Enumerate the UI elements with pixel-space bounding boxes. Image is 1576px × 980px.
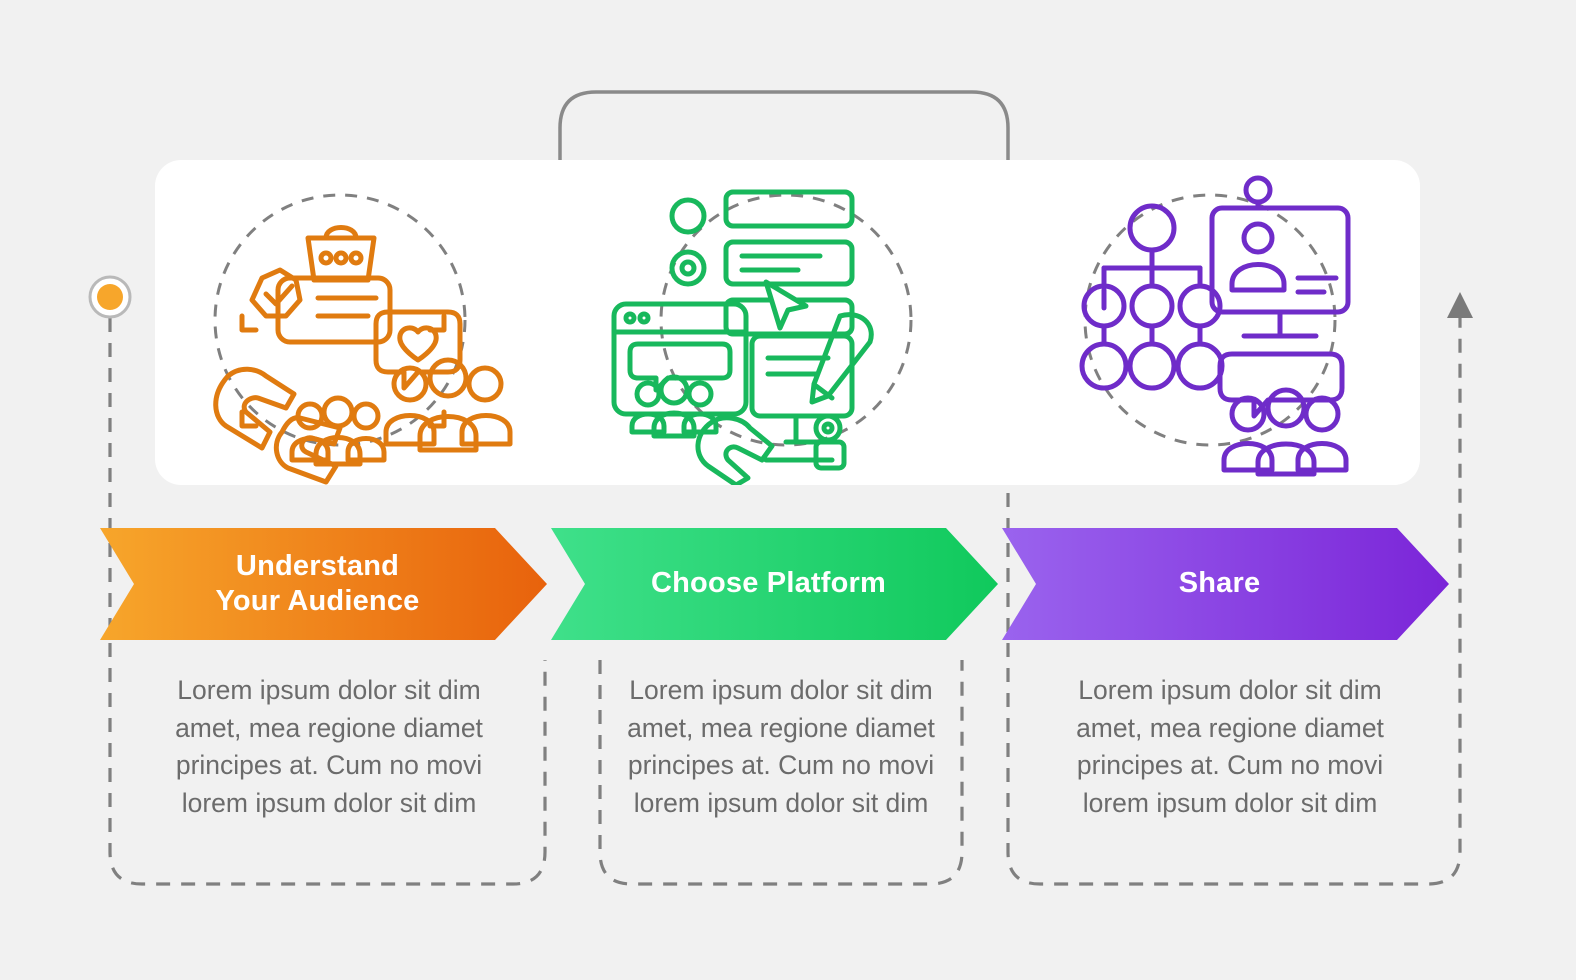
icon-slot-3: [1000, 160, 1420, 485]
step-2-title-line1: Choose Platform: [650, 567, 887, 600]
infographic-canvas: Understand Your Audience Choose Platform: [0, 0, 1576, 980]
audience-icon: [213, 193, 513, 485]
connector-layer: [88, 90, 1473, 886]
step-1-title-line2: Your Audience: [215, 585, 420, 617]
step-1-title-line1: Understand: [235, 549, 400, 582]
step-marker-1: [88, 275, 132, 319]
step-3-title: Share: [1179, 566, 1261, 601]
step-3-banner[interactable]: Share: [1002, 528, 1457, 640]
step-3-title-line1: Share: [1178, 567, 1261, 600]
share-network-icon: [1079, 175, 1351, 477]
icon-slot-2: [576, 160, 996, 485]
step-1-banner[interactable]: Understand Your Audience: [100, 528, 555, 640]
platform-editing-icon: [611, 189, 913, 485]
icon-slot-1: [130, 160, 550, 485]
step-2-description: Lorem ipsum dolor sit dim amet, mea regi…: [627, 675, 935, 818]
step-2-banner[interactable]: Choose Platform: [551, 528, 1006, 640]
end-arrow-icon: [1447, 292, 1473, 318]
step-3-description: Lorem ipsum dolor sit dim amet, mea regi…: [1076, 675, 1384, 818]
step-2-title: Choose Platform: [651, 566, 886, 601]
step-1-title: Understand Your Audience: [215, 549, 419, 620]
step-1-description: Lorem ipsum dolor sit dim amet, mea regi…: [175, 675, 483, 818]
